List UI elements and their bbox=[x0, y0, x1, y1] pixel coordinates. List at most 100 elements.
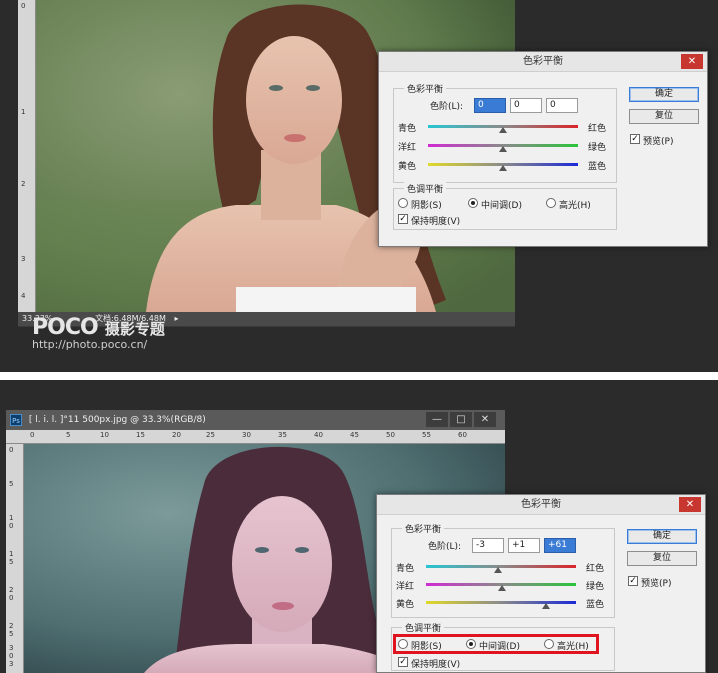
ruler-tick: 1 bbox=[21, 108, 26, 116]
status-arrow-icon[interactable]: ▸ bbox=[174, 314, 178, 323]
minimize-icon: — bbox=[432, 414, 442, 425]
document-titlebar: Ps [ l. i. l. ]°11 500px.jpg @ 33.3%(RGB… bbox=[6, 410, 505, 430]
ruler-tick: 3 bbox=[21, 255, 26, 263]
tone-balance-group: 色调平衡 阴影(S) 中间调(D) 高光(H) ✓ 保持明度(V) bbox=[393, 182, 617, 230]
poco-watermark: POCO 摄影专题 http://photo.poco.cn/ bbox=[32, 315, 165, 351]
yellow-blue-thumb[interactable] bbox=[499, 165, 507, 171]
preview-checkbox[interactable]: ✓ bbox=[628, 576, 638, 586]
watermark-title: 摄影专题 bbox=[104, 320, 165, 338]
yellow-label: 黄色 bbox=[396, 600, 415, 610]
level-field-yellow-blue[interactable]: 0 bbox=[546, 98, 578, 113]
ruler-tick: 0 bbox=[9, 594, 14, 602]
ruler-tick: 30 bbox=[242, 431, 251, 439]
bottom-screenshot-panel: Ps [ l. i. l. ]°11 500px.jpg @ 33.3%(RGB… bbox=[0, 380, 718, 673]
ruler-tick: 3 bbox=[9, 644, 14, 652]
preview-checkbox[interactable]: ✓ bbox=[630, 134, 640, 144]
reset-button[interactable]: 复位 bbox=[629, 109, 699, 124]
cyan-label: 青色 bbox=[396, 564, 415, 574]
horizontal-ruler: 0 5 10 15 20 25 30 35 40 45 50 55 60 bbox=[6, 430, 505, 444]
ruler-tick: 60 bbox=[458, 431, 467, 439]
ruler-tick: 20 bbox=[172, 431, 181, 439]
preview-label: 预览(P) bbox=[641, 579, 672, 589]
vertical-ruler: 0 1 2 3 4 bbox=[18, 0, 36, 312]
maximize-button[interactable]: □ bbox=[450, 412, 472, 427]
ruler-tick: 2 bbox=[9, 622, 14, 630]
ruler-tick: 0 bbox=[9, 652, 14, 660]
group-label: 色调平衡 bbox=[404, 182, 447, 195]
ok-button[interactable]: 确定 bbox=[627, 529, 697, 544]
shadows-label: 阴影(S) bbox=[411, 201, 442, 211]
shadows-radio[interactable] bbox=[398, 198, 408, 208]
magenta-green-thumb[interactable] bbox=[497, 585, 506, 591]
ruler-tick: 3 bbox=[9, 660, 14, 668]
ruler-tick: 55 bbox=[422, 431, 431, 439]
dialog-titlebar: 色彩平衡 ✕ bbox=[379, 52, 707, 72]
group-label: 色彩平衡 bbox=[402, 522, 445, 535]
ruler-tick: 2 bbox=[21, 180, 26, 188]
red-label: 红色 bbox=[586, 564, 605, 574]
cyan-red-thumb[interactable] bbox=[494, 567, 502, 573]
ruler-tick: 5 bbox=[9, 558, 14, 566]
minimize-button[interactable]: — bbox=[426, 412, 448, 427]
yellow-label: 黄色 bbox=[398, 162, 417, 172]
close-button[interactable]: ✕ bbox=[681, 54, 703, 69]
ok-button[interactable]: 确定 bbox=[629, 87, 699, 102]
blue-label: 蓝色 bbox=[586, 600, 605, 610]
highlights-label: 高光(H) bbox=[559, 201, 591, 211]
close-icon: ✕ bbox=[687, 56, 697, 67]
close-icon: ✕ bbox=[685, 499, 695, 510]
level-field-magenta-green[interactable]: 0 bbox=[510, 98, 542, 113]
ruler-tick: 45 bbox=[350, 431, 359, 439]
document-title: [ l. i. l. ]°11 500px.jpg @ 33.3%(RGB/8) bbox=[28, 415, 206, 425]
tone-balance-group: 色调平衡 阴影(S) 中间调(D) 高光(H) ✓ 保持明度(V) bbox=[391, 621, 615, 671]
ruler-tick: 5 bbox=[66, 431, 71, 439]
yellow-blue-thumb[interactable] bbox=[542, 603, 550, 609]
midtones-label: 中间调(D) bbox=[481, 201, 522, 211]
magenta-green-thumb[interactable] bbox=[499, 146, 507, 152]
ruler-tick: 15 bbox=[136, 431, 145, 439]
cyan-label: 青色 bbox=[398, 124, 417, 134]
ruler-tick: 5 bbox=[9, 630, 14, 638]
reset-button[interactable]: 复位 bbox=[627, 551, 697, 566]
group-label: 色彩平衡 bbox=[404, 82, 447, 95]
red-label: 红色 bbox=[588, 124, 607, 134]
ruler-tick: 0 bbox=[30, 431, 35, 439]
ruler-tick: 2 bbox=[9, 586, 14, 594]
ruler-tick: 1 bbox=[9, 514, 14, 522]
close-button[interactable]: ✕ bbox=[679, 497, 701, 512]
vertical-ruler: 0 5 1 0 1 5 2 0 2 5 3 0 3 bbox=[6, 444, 24, 673]
ruler-tick: 0 bbox=[21, 2, 26, 10]
levels-label: 色阶(L): bbox=[430, 102, 464, 112]
level-field-cyan-red[interactable]: -3 bbox=[472, 538, 504, 553]
ruler-tick: 1 bbox=[9, 550, 14, 558]
ruler-tick: 50 bbox=[386, 431, 395, 439]
dialog-title: 色彩平衡 bbox=[523, 56, 563, 67]
top-screenshot-panel: 0 1 2 3 4 33.33% 文档:6.48M/6.48M ▸ 色彩平衡 ✕… bbox=[0, 0, 718, 372]
level-field-magenta-green[interactable]: +1 bbox=[508, 538, 540, 553]
preserve-luminosity-label: 保持明度(V) bbox=[411, 660, 461, 670]
preserve-luminosity-checkbox[interactable]: ✓ bbox=[398, 657, 408, 667]
ruler-tick: 4 bbox=[21, 292, 26, 300]
preserve-luminosity-label: 保持明度(V) bbox=[411, 217, 461, 227]
level-field-cyan-red[interactable]: 0 bbox=[474, 98, 506, 113]
photoshop-icon: Ps bbox=[10, 413, 22, 426]
cyan-red-thumb[interactable] bbox=[499, 127, 507, 133]
ruler-tick: 0 bbox=[9, 446, 14, 454]
preview-label: 预览(P) bbox=[643, 137, 674, 147]
close-window-button[interactable]: ✕ bbox=[474, 412, 496, 427]
blue-label: 蓝色 bbox=[588, 162, 607, 172]
watermark-url: http://photo.poco.cn/ bbox=[32, 338, 148, 351]
color-balance-dialog: 色彩平衡 ✕ 色彩平衡 色阶(L): -3 +1 +61 青色 红色 洋红 绿色… bbox=[376, 494, 706, 673]
maximize-icon: □ bbox=[456, 414, 466, 425]
close-icon: ✕ bbox=[480, 414, 490, 425]
ruler-tick: 0 bbox=[9, 522, 14, 530]
watermark-logo: POCO bbox=[32, 315, 99, 340]
yellow-blue-slider[interactable] bbox=[426, 601, 576, 604]
color-balance-group: 色彩平衡 色阶(L): -3 +1 +61 青色 红色 洋红 绿色 黄色 蓝色 bbox=[391, 522, 615, 618]
midtones-radio[interactable] bbox=[468, 198, 478, 208]
level-field-yellow-blue[interactable]: +61 bbox=[544, 538, 576, 553]
magenta-label: 洋红 bbox=[398, 143, 417, 153]
group-label: 色调平衡 bbox=[402, 621, 445, 634]
preserve-luminosity-checkbox[interactable]: ✓ bbox=[398, 214, 408, 224]
highlights-radio[interactable] bbox=[546, 198, 556, 208]
